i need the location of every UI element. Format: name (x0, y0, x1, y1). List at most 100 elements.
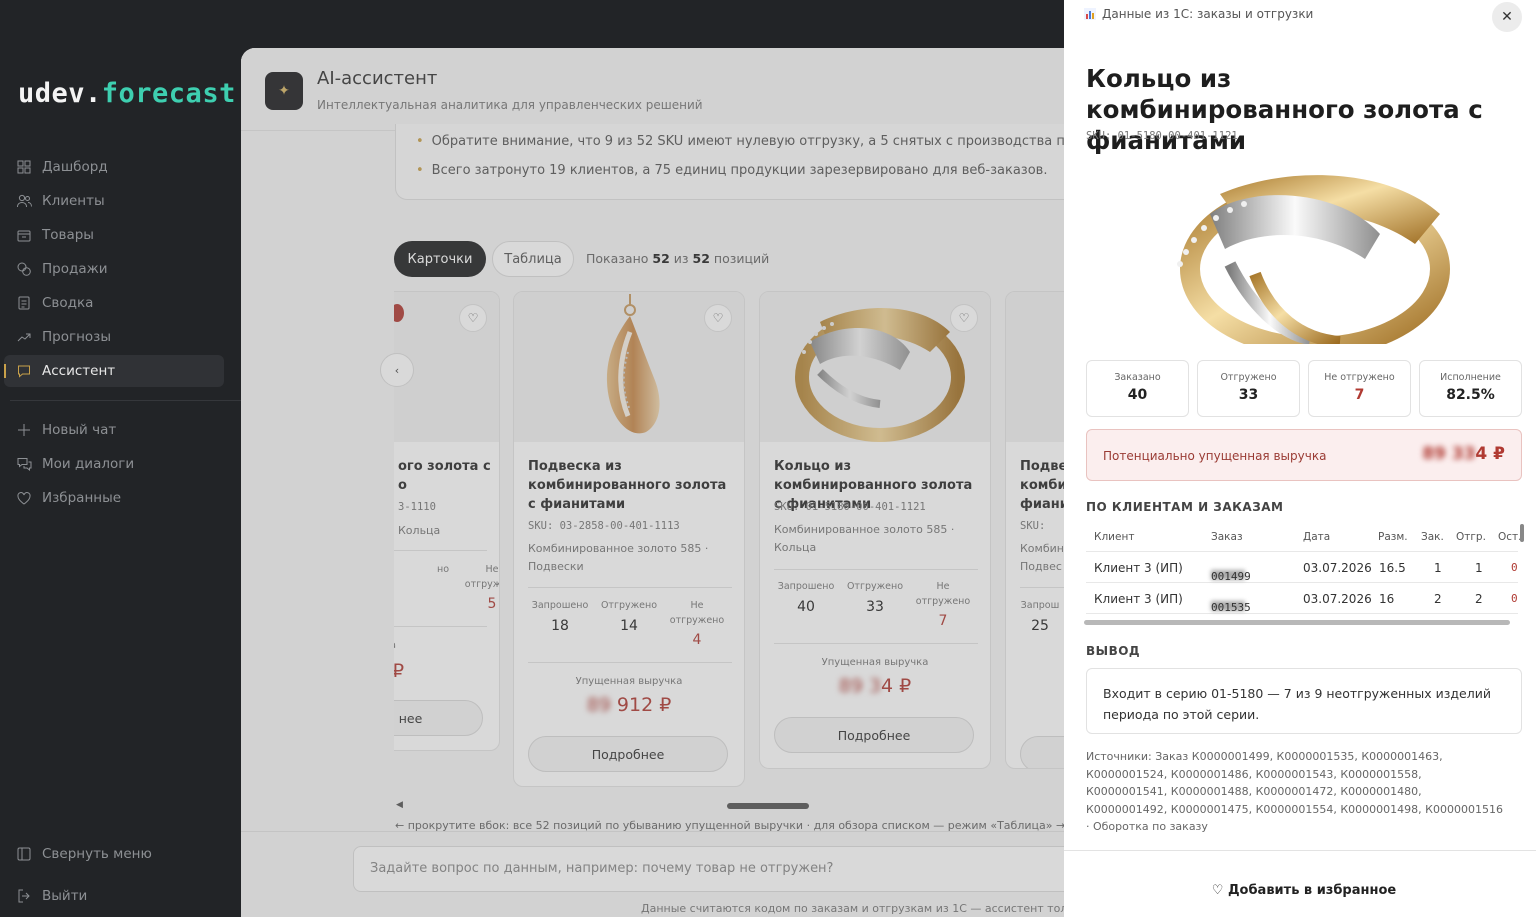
kpi-ordered: Заказано 40 (1086, 360, 1189, 417)
close-button[interactable]: ✕ (1492, 2, 1522, 32)
chat-icon (16, 363, 32, 379)
app-logo[interactable]: udev.forecast (18, 78, 236, 109)
heart-icon: ♡ (958, 311, 970, 325)
disclaimer: Данные считаются кодом по заказам и отгр… (641, 902, 1064, 915)
box-icon (16, 227, 32, 243)
view-table-button[interactable]: Таблица (492, 241, 574, 277)
sidebar-item-label: Мои диалоги (42, 456, 135, 472)
sidebar-item-sales[interactable]: Продажи (4, 253, 224, 285)
product-sku: 3-1110 (398, 501, 436, 513)
product-card[interactable]: ♡ Подвеска из комбинированного золота с … (513, 291, 745, 787)
add-to-favorites-button[interactable]: ♡ Добавить в избранное (1064, 883, 1536, 898)
sidebar-item-products[interactable]: Товары (4, 219, 224, 251)
stats-divider (774, 569, 978, 570)
close-icon: ✕ (1501, 9, 1513, 25)
sidebar-item-label: Дашборд (42, 159, 108, 175)
collapse-menu-button[interactable]: Свернуть меню (4, 838, 224, 870)
lost-revenue-label: Упущенная выручка (821, 657, 929, 668)
collapse-menu-label: Свернуть меню (42, 846, 152, 862)
view-cards-button[interactable]: Карточки (394, 241, 486, 277)
product-card[interactable]: ♡ Кольцо из комбинированного золота с фи… (759, 291, 991, 769)
sidebar-item-label: Продажи (42, 261, 108, 277)
document-icon (16, 295, 32, 311)
table-vertical-scrollbar[interactable] (1520, 524, 1524, 542)
kpi-not-shipped: Не отгружено 7 (1308, 360, 1411, 417)
users-icon (16, 193, 32, 209)
stat-not-shipped: Не отгружено 7 (915, 581, 971, 629)
product-sku: SKU: 01-5180-00-401-1121 (774, 501, 926, 513)
product-sku: SKU: 03-2858-00-401-1113 (528, 520, 680, 532)
sidebar-item-label: Новый чат (42, 422, 117, 438)
logout-icon (16, 888, 32, 904)
heart-icon: ♡ (712, 311, 724, 325)
ring-image (1177, 175, 1450, 344)
sidebar-item-favorites[interactable]: Избранные (4, 482, 224, 514)
carousel-scrollbar[interactable] (727, 803, 809, 809)
sidebar-item-summary[interactable]: Сводка (4, 287, 224, 319)
table-row[interactable]: Клиент 3 (ИП) 001535 03.07.2026 16 2 2 0 (1086, 583, 1518, 614)
details-button[interactable]: нее (394, 700, 483, 736)
sidebar-item-label: Товары (42, 227, 94, 243)
lost-revenue-value: 89 912 ₽ (586, 694, 672, 716)
chat-input[interactable]: Задайте вопрос по данным, например: поче… (353, 846, 1064, 892)
section-conclusion-title: ВЫВОД (1086, 644, 1141, 658)
scroll-left-arrow[interactable]: ◀ (396, 800, 403, 810)
stat-requested: Запрошено 40 (777, 581, 835, 615)
sidebar-item-label: Ассистент (42, 363, 116, 379)
lost-revenue-label: выручка (394, 640, 489, 651)
details-button[interactable]: Подробнее (528, 736, 728, 772)
product-meta: Комбинированное золото 585 · Подвески (528, 542, 709, 573)
assistant-header: ✦ AI-ассистент Интеллектуальная аналитик… (241, 48, 1064, 131)
lost-revenue-value: 5 ₽ (394, 660, 499, 682)
kpi-shipped: Отгружено 33 (1197, 360, 1300, 417)
heart-icon: ♡ (467, 311, 479, 325)
sparkle-icon: ✦ (265, 72, 303, 110)
page-title: AI-ассистент (317, 68, 438, 89)
stats-divider (774, 643, 978, 644)
sidebar-item-my-dialogs[interactable]: Мои диалоги (4, 448, 224, 480)
logout-label: Выйти (42, 888, 88, 904)
table-row[interactable]: Клиент 3 (ИП) 001499 03.07.2026 16.5 1 1… (1086, 552, 1518, 583)
product-meta: Кольца (398, 524, 441, 537)
lost-revenue-label: Потенциально упущенная выручка (1103, 449, 1327, 463)
product-card[interactable]: Подве комби фиани SKU: Комбин Подвес Зап… (1005, 291, 1064, 769)
favorite-button[interactable]: ♡ (950, 304, 978, 332)
sidebar-item-label: Сводка (42, 295, 94, 311)
sidebar-item-forecasts[interactable]: Прогнозы (4, 321, 224, 353)
product-detail-panel: Данные из 1С: заказы и отгрузки ✕ Кольцо… (1064, 0, 1536, 917)
stats-divider (394, 550, 487, 551)
logout-button[interactable]: Выйти (4, 880, 224, 912)
grid-icon (16, 159, 32, 175)
main-area: ✦ AI-ассистент Интеллектуальная аналитик… (241, 48, 1064, 917)
product-carousel: ♡ ого золота с о 3-1110 Кольца но Не отг… (394, 291, 1064, 791)
section-clients-title: ПО КЛИЕНТАМ И ЗАКАЗАМ (1086, 500, 1284, 514)
lost-revenue-value: 89 334 ₽ (1422, 444, 1505, 464)
lost-revenue-label: Упущенная выручка (575, 676, 683, 687)
sources-text: Источники: Заказ К0000001499, К000000153… (1086, 750, 1503, 833)
stats-divider (1020, 587, 1064, 588)
sidebar-item-clients[interactable]: Клиенты (4, 185, 224, 217)
sidebar-item-assistant[interactable]: Ассистент (4, 355, 224, 387)
conclusion-box: Входит в серию 01-5180 — 7 из 9 неотгруж… (1086, 668, 1522, 734)
stat-requested: Запрошено 18 (531, 600, 589, 634)
favorite-button[interactable]: ♡ (459, 304, 487, 332)
carousel-prev-button[interactable]: ‹ (380, 353, 414, 387)
sidebar-item-new-chat[interactable]: Новый чат (4, 414, 224, 446)
sidebar-item-dashboard[interactable]: Дашборд (4, 151, 224, 183)
details-button[interactable]: Подробнее (774, 717, 974, 753)
bar-chart-icon (1084, 8, 1096, 20)
stat-not-shipped: Не отгружено5 (464, 564, 500, 612)
chevron-left-icon: ‹ (394, 363, 400, 377)
message-bullet: Всего затронуто 19 клиентов, а 75 единиц… (416, 163, 1048, 178)
page-subtitle: Интеллектуальная аналитика для управленч… (317, 98, 703, 112)
favorite-button[interactable]: ♡ (704, 304, 732, 332)
assistant-message: Обратите внимание, что 9 из 52 SKU имеют… (395, 124, 1064, 200)
table-horizontal-scrollbar[interactable] (1084, 620, 1510, 625)
product-meta: Комбин Подвес (1020, 542, 1064, 573)
table-header: Клиент Заказ Дата Разм. Зак. Отгр. Ост. (1086, 521, 1522, 552)
details-button[interactable] (1020, 736, 1064, 768)
sidebar-divider (10, 400, 244, 401)
stats-divider (528, 587, 732, 588)
panel-footer: ♡ Добавить в избранное (1064, 850, 1536, 917)
sidebar: udev.forecast Дашборд Клиенты Товары Про… (0, 0, 244, 917)
